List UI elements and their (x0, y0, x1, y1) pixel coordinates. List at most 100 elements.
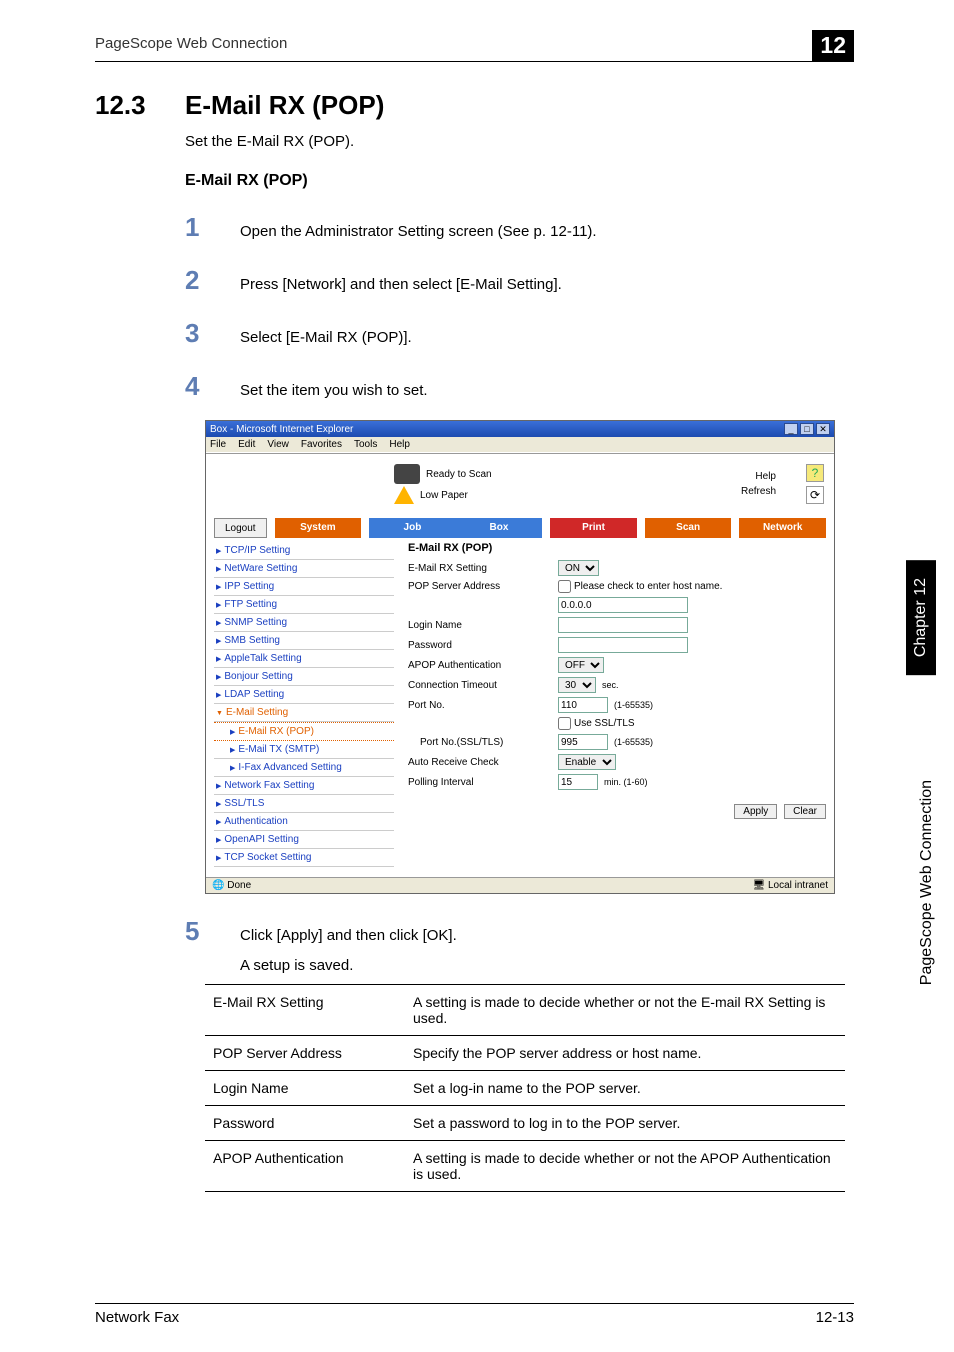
status-done: 🌐 Done (212, 880, 251, 891)
step-text: Press [Network] and then select [E-Mail … (240, 276, 562, 293)
step-4: 4 Set the item you wish to set. (185, 371, 854, 402)
sidebar-item-snmp[interactable]: SNMP Setting (214, 614, 394, 632)
sidebar-item-emailtx[interactable]: E-Mail TX (SMTP) (214, 741, 394, 759)
help-label: Help (755, 471, 776, 482)
browser-statusbar: 🌐 Done Local intranet (206, 877, 834, 893)
step-3: 3 Select [E-Mail RX (POP)]. (185, 318, 854, 349)
poll-unit: min. (1-60) (604, 777, 648, 787)
maximize-button[interactable]: □ (800, 423, 814, 435)
tab-scan[interactable]: Scan (645, 518, 732, 538)
warning-icon (394, 486, 414, 504)
login-label: Login Name (408, 620, 558, 631)
sidebar-item-email[interactable]: E-Mail Setting (214, 704, 394, 722)
def-val: A setting is made to decide whether or n… (405, 985, 845, 1036)
lowpaper-label: Low Paper (420, 490, 468, 501)
tab-print[interactable]: Print (550, 518, 637, 538)
usessl-label: Use SSL/TLS (574, 718, 635, 729)
window-buttons: _□✕ (782, 423, 830, 435)
table-row: PasswordSet a password to log in to the … (205, 1106, 845, 1141)
def-val: A setting is made to decide whether or n… (405, 1141, 845, 1192)
emailrx-select[interactable]: ON (558, 560, 599, 576)
step-number: 1 (185, 212, 240, 243)
hostname-checkbox[interactable] (558, 580, 571, 593)
autorecv-label: Auto Receive Check (408, 757, 558, 768)
port-input[interactable] (558, 697, 608, 713)
sidebar-item-ftp[interactable]: FTP Setting (214, 596, 394, 614)
login-input[interactable] (558, 617, 688, 633)
emailrx-label: E-Mail RX Setting (408, 563, 558, 574)
password-input[interactable] (558, 637, 688, 653)
section-heading: 12.3E-Mail RX (POP) (95, 90, 854, 121)
sidebar-item-netware[interactable]: NetWare Setting (214, 560, 394, 578)
usessl-checkbox[interactable] (558, 717, 571, 730)
footer-right: 12-13 (816, 1309, 854, 1326)
sidebar-item-netfax[interactable]: Network Fax Setting (214, 777, 394, 795)
table-row: Login NameSet a log-in name to the POP s… (205, 1071, 845, 1106)
menu-favorites[interactable]: Favorites (301, 439, 342, 450)
footer-left: Network Fax (95, 1309, 179, 1326)
def-key: E-Mail RX Setting (205, 985, 405, 1036)
step-text: Select [E-Mail RX (POP)]. (240, 329, 412, 346)
apop-select[interactable]: OFF (558, 657, 604, 673)
def-key: POP Server Address (205, 1036, 405, 1071)
menu-view[interactable]: View (267, 439, 289, 450)
step-5-sub: A setup is saved. (240, 957, 854, 974)
conn-select[interactable]: 30 (558, 677, 596, 693)
menu-help[interactable]: Help (389, 439, 410, 450)
sidebar-item-tcpsock[interactable]: TCP Socket Setting (214, 849, 394, 867)
browser-menubar: File Edit View Favorites Tools Help (206, 437, 834, 452)
menu-edit[interactable]: Edit (238, 439, 255, 450)
apop-label: APOP Authentication (408, 660, 558, 671)
menu-file[interactable]: File (210, 439, 226, 450)
apply-button[interactable]: Apply (734, 804, 777, 819)
table-row: POP Server AddressSpecify the POP server… (205, 1036, 845, 1071)
popaddr-label: POP Server Address (408, 581, 558, 592)
sidebar-item-tcpip[interactable]: TCP/IP Setting (214, 542, 394, 560)
step-number: 2 (185, 265, 240, 296)
page-footer: Network Fax 12-13 (95, 1303, 854, 1326)
help-icon[interactable]: ? (806, 464, 824, 482)
port-label: Port No. (408, 700, 558, 711)
form-heading: E-Mail RX (POP) (408, 542, 826, 554)
clear-button[interactable]: Clear (784, 804, 826, 819)
sidebar-item-ipp[interactable]: IPP Setting (214, 578, 394, 596)
autorecv-select[interactable]: Enable (558, 754, 616, 770)
step-number: 4 (185, 371, 240, 402)
portssl-range: (1-65535) (614, 737, 653, 747)
tab-network[interactable]: Network (739, 518, 826, 538)
logout-button[interactable]: Logout (214, 518, 267, 538)
definitions-table: E-Mail RX SettingA setting is made to de… (205, 984, 845, 1192)
sidebar-item-openapi[interactable]: OpenAPI Setting (214, 831, 394, 849)
sidebar-item-appletalk[interactable]: AppleTalk Setting (214, 650, 394, 668)
def-key: Password (205, 1106, 405, 1141)
sidebar-item-emailrx[interactable]: E-Mail RX (POP) (214, 722, 394, 741)
sidebar-item-ifax[interactable]: I-Fax Advanced Setting (214, 759, 394, 777)
minimize-button[interactable]: _ (784, 423, 798, 435)
conn-unit: sec. (602, 680, 619, 690)
def-val: Set a log-in name to the POP server. (405, 1071, 845, 1106)
sidebar-item-auth[interactable]: Authentication (214, 813, 394, 831)
sidebar-item-ldap[interactable]: LDAP Setting (214, 686, 394, 704)
side-chapter: Chapter 12 (906, 560, 936, 675)
sidebar-item-bonjour[interactable]: Bonjour Setting (214, 668, 394, 686)
step-1: 1 Open the Administrator Setting screen … (185, 212, 854, 243)
step-number: 3 (185, 318, 240, 349)
close-button[interactable]: ✕ (816, 423, 830, 435)
sidebar-item-ssl[interactable]: SSL/TLS (214, 795, 394, 813)
def-key: Login Name (205, 1071, 405, 1106)
tab-system[interactable]: System (275, 518, 362, 538)
port-range: (1-65535) (614, 700, 653, 710)
portssl-input[interactable] (558, 734, 608, 750)
refresh-icon[interactable]: ⟳ (806, 486, 824, 504)
sidebar-item-smb[interactable]: SMB Setting (214, 632, 394, 650)
screenshot-window: Box - Microsoft Internet Explorer _□✕ Fi… (205, 420, 835, 894)
menu-tools[interactable]: Tools (354, 439, 377, 450)
table-row: E-Mail RX SettingA setting is made to de… (205, 985, 845, 1036)
status-zone: Local intranet (752, 880, 828, 891)
password-label: Password (408, 640, 558, 651)
tab-job[interactable]: Job (369, 518, 456, 538)
popaddr-input[interactable] (558, 597, 688, 613)
tab-box[interactable]: Box (456, 518, 543, 538)
poll-input[interactable] (558, 774, 598, 790)
step-2: 2 Press [Network] and then select [E-Mai… (185, 265, 854, 296)
